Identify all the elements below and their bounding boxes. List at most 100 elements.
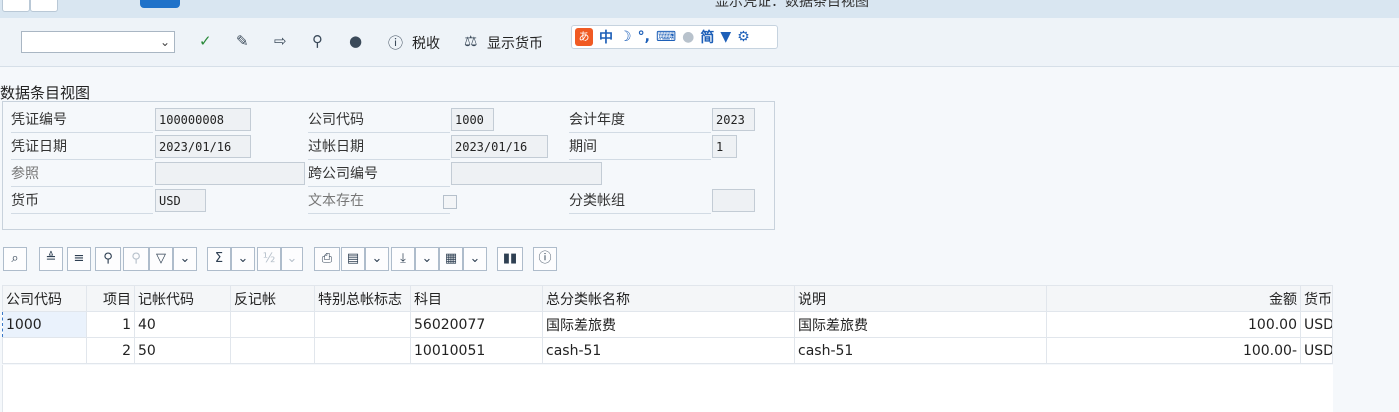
ledger-group-field[interactable] xyxy=(712,189,755,212)
text-exists-checkbox[interactable] xyxy=(443,195,457,209)
period-field[interactable]: 1 xyxy=(712,135,737,158)
line-items-grid: 公司代码 项目 记帐代码 反记帐 特别总帐标志 科目 总分类帐名称 说明 金额 … xyxy=(2,285,1333,364)
find-next-icon[interactable]: ⚲ xyxy=(123,247,149,271)
title-bar: 显示凭证：数据条目视图 xyxy=(0,0,1399,18)
sum-icon[interactable]: Σ xyxy=(207,247,231,271)
filter-icon[interactable]: ▽ xyxy=(149,247,173,271)
gear-icon[interactable]: ⚙ xyxy=(737,29,750,45)
tax-button[interactable]: 税收 xyxy=(412,33,440,53)
posting-date-field[interactable]: 2023/01/16 xyxy=(451,135,548,158)
col-currency[interactable]: 货币 xyxy=(1300,285,1333,312)
punctuation-icon[interactable]: °, xyxy=(638,29,650,45)
cell-amount[interactable]: 100.00- xyxy=(1046,337,1301,364)
cell-posting-key[interactable]: 40 xyxy=(134,311,231,338)
subtotal-icon[interactable]: ½ xyxy=(257,247,281,271)
col-gl-name[interactable]: 总分类帐名称 xyxy=(542,285,795,312)
cross-company-field[interactable] xyxy=(451,162,602,185)
details-icon[interactable]: ⌕ xyxy=(3,247,27,271)
close-button[interactable] xyxy=(30,0,58,12)
col-company-code[interactable]: 公司代码 xyxy=(2,285,87,312)
zoom-icon[interactable]: ⚲ xyxy=(312,32,323,50)
subtotal-dropdown-icon[interactable]: ⌄ xyxy=(281,247,303,271)
command-combo[interactable]: ⌄ xyxy=(21,31,175,53)
check-icon[interactable]: ✓ xyxy=(199,32,212,50)
display-change-icon[interactable]: ✎ xyxy=(236,32,249,50)
hat-icon[interactable]: ● xyxy=(349,32,362,50)
export-icon[interactable]: ⤓ xyxy=(391,247,415,271)
doc-date-label: 凭证日期 xyxy=(11,135,153,160)
moon-icon[interactable]: ☽ xyxy=(619,29,632,45)
find-icon[interactable]: ⚲ xyxy=(95,247,121,271)
graphic-icon[interactable]: ▮▮ xyxy=(497,247,523,271)
filter-dropdown-icon[interactable]: ⌄ xyxy=(173,247,197,271)
grid-empty-area xyxy=(2,365,1333,412)
views-dropdown-icon[interactable]: ⌄ xyxy=(365,247,389,271)
cell-special-gl[interactable] xyxy=(314,311,411,338)
currency-field[interactable]: USD xyxy=(155,189,206,212)
col-account[interactable]: 科目 xyxy=(410,285,543,312)
ime-chinese-mode[interactable]: 中 xyxy=(599,27,613,47)
cell-currency[interactable]: USD xyxy=(1300,311,1333,338)
col-posting-key[interactable]: 记帐代码 xyxy=(134,285,231,312)
cell-item[interactable]: 1 xyxy=(86,311,135,338)
reference-field[interactable] xyxy=(155,162,305,185)
cell-posting-key[interactable]: 50 xyxy=(134,337,231,364)
reference-label: 参照 xyxy=(11,162,153,187)
shirt-icon[interactable]: ▼ xyxy=(720,29,731,45)
col-special-gl[interactable]: 特别总帐标志 xyxy=(314,285,411,312)
fiscal-year-label: 会计年度 xyxy=(569,108,711,133)
cell-account[interactable]: 10010051 xyxy=(410,337,543,364)
text-exists-label: 文本存在 xyxy=(308,189,450,214)
chevron-down-icon[interactable]: ⌄ xyxy=(160,35,170,49)
currency-label: 货币 xyxy=(11,189,153,214)
cell-currency[interactable]: USD xyxy=(1300,337,1333,364)
balance-icon[interactable]: ⚖ xyxy=(464,32,477,50)
cell-company-code[interactable]: 1000 xyxy=(2,311,87,338)
info-icon[interactable]: ⓘ xyxy=(533,247,557,271)
layout-icon[interactable]: ▦ xyxy=(439,247,463,271)
sort-asc-icon[interactable]: ≜ xyxy=(39,247,63,271)
info-icon[interactable]: ⓘ xyxy=(388,32,403,53)
print-icon[interactable]: ⎙ xyxy=(314,247,340,271)
cell-description[interactable]: cash-51 xyxy=(794,337,1047,364)
menu-button[interactable] xyxy=(2,0,30,12)
user-icon[interactable]: ● xyxy=(682,29,694,45)
views-icon[interactable]: ▤ xyxy=(341,247,365,271)
ime-simplified[interactable]: 简 xyxy=(700,27,714,47)
cross-company-label: 跨公司编号 xyxy=(308,162,450,187)
layout-dropdown-icon[interactable]: ⌄ xyxy=(463,247,487,271)
ledger-group-label: 分类帐组 xyxy=(569,189,711,214)
doc-date-field[interactable]: 2023/01/16 xyxy=(155,135,251,158)
col-item[interactable]: 项目 xyxy=(86,285,135,312)
cell-gl-name[interactable]: cash-51 xyxy=(542,337,795,364)
cell-reversal[interactable] xyxy=(230,311,315,338)
cell-company-code[interactable] xyxy=(2,337,87,364)
fiscal-year-field[interactable]: 2023 xyxy=(712,108,755,131)
col-description[interactable]: 说明 xyxy=(794,285,1047,312)
switch-icon[interactable]: ⇨ xyxy=(274,32,287,50)
sap-logo xyxy=(140,0,180,8)
cell-description[interactable]: 国际差旅费 xyxy=(794,311,1047,338)
cell-item[interactable]: 2 xyxy=(86,337,135,364)
cell-gl-name[interactable]: 国际差旅费 xyxy=(542,311,795,338)
display-currency-button[interactable]: 显示货币 xyxy=(487,33,543,53)
table-row[interactable]: 1000 1 40 56020077 国际差旅费 国际差旅费 100.00 US… xyxy=(2,311,1333,338)
company-code-field[interactable]: 1000 xyxy=(451,108,494,131)
grid-header-row: 公司代码 项目 记帐代码 反记帐 特别总帐标志 科目 总分类帐名称 说明 金额 … xyxy=(2,285,1333,312)
application-toolbar: ⌄ ✓ ✎ ⇨ ⚲ ● ⓘ 税收 ⚖ 显示货币 あ 中 ☽ °, ⌨ ● 简 ▼… xyxy=(0,18,1399,67)
col-amount[interactable]: 金额 xyxy=(1046,285,1301,312)
cell-amount[interactable]: 100.00 xyxy=(1046,311,1301,338)
sum-dropdown-icon[interactable]: ⌄ xyxy=(231,247,255,271)
sort-desc-icon[interactable]: ≡ xyxy=(67,247,91,271)
ime-logo-icon: あ xyxy=(575,28,593,46)
doc-no-field[interactable]: 100000008 xyxy=(155,108,251,131)
keyboard-icon[interactable]: ⌨ xyxy=(656,29,676,45)
cell-account[interactable]: 56020077 xyxy=(410,311,543,338)
table-row[interactable]: 2 50 10010051 cash-51 cash-51 100.00- US… xyxy=(2,337,1333,364)
window-title: 显示凭证：数据条目视图 xyxy=(715,0,869,10)
grid-toolbar: ⌕ ≜ ≡ ⚲ ⚲ ▽ ⌄ Σ ⌄ ½ ⌄ ⎙ ▤ ⌄ ⤓ ⌄ ▦ ⌄ ▮▮ ⓘ xyxy=(0,243,1332,283)
cell-special-gl[interactable] xyxy=(314,337,411,364)
cell-reversal[interactable] xyxy=(230,337,315,364)
export-dropdown-icon[interactable]: ⌄ xyxy=(415,247,439,271)
col-reversal[interactable]: 反记帐 xyxy=(230,285,315,312)
